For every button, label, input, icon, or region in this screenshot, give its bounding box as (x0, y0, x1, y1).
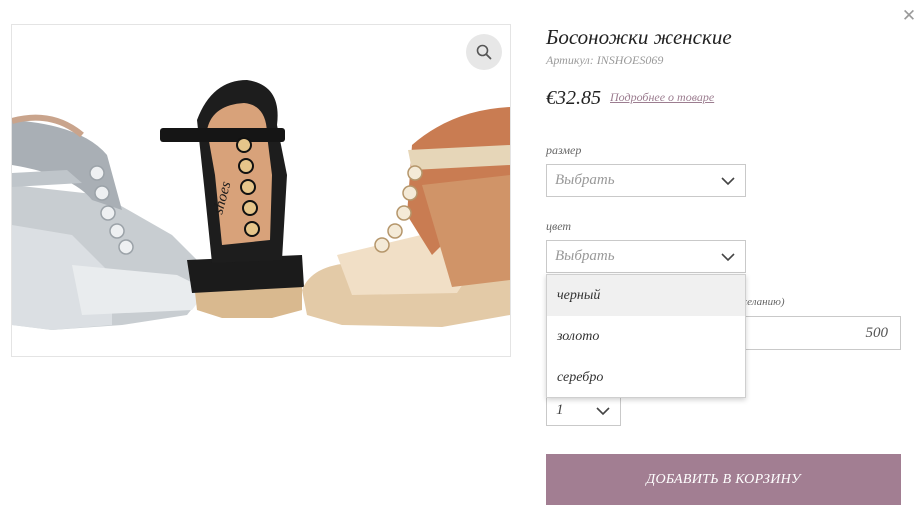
close-icon: ✕ (901, 6, 917, 26)
product-sku: Артикул: INSHOES069 (546, 53, 663, 68)
color-label: цвет (546, 219, 572, 233)
size-select[interactable]: Выбрать (546, 164, 746, 197)
size-label: размер (546, 143, 582, 157)
silver-sandal (12, 114, 207, 330)
product-photo: shoes (12, 80, 510, 330)
chevron-down-icon (721, 253, 735, 262)
sku-label: Артикул: (546, 53, 594, 67)
product-title: Босоножки женские (546, 25, 732, 49)
close-button[interactable]: ✕ (899, 6, 919, 26)
color-dropdown: черный золото серебро (546, 274, 746, 398)
color-select-value: Выбрать (555, 248, 615, 264)
chevron-down-icon (721, 177, 735, 186)
quantity-select[interactable]: 1 (546, 395, 621, 426)
color-option-gold[interactable]: золото (547, 316, 745, 357)
color-select[interactable]: Выбрать (546, 240, 746, 273)
gold-sandal (302, 107, 510, 327)
sku-value: INSHOES069 (596, 53, 664, 67)
details-link[interactable]: Подробнее о товаре (610, 90, 714, 105)
color-option-black[interactable]: черный (547, 275, 745, 316)
custom-amount-input[interactable] (737, 316, 901, 350)
quantity-value: 1 (556, 402, 564, 418)
zoom-button[interactable] (466, 34, 502, 70)
size-select-value: Выбрать (555, 172, 615, 188)
product-price: €32.85 (546, 87, 601, 109)
search-icon (476, 44, 492, 60)
add-to-cart-button[interactable]: ДОБАВИТЬ В КОРЗИНУ (546, 454, 901, 505)
chevron-down-icon (596, 407, 610, 416)
product-image[interactable]: shoes (11, 24, 511, 357)
color-option-silver[interactable]: серебро (547, 357, 745, 398)
